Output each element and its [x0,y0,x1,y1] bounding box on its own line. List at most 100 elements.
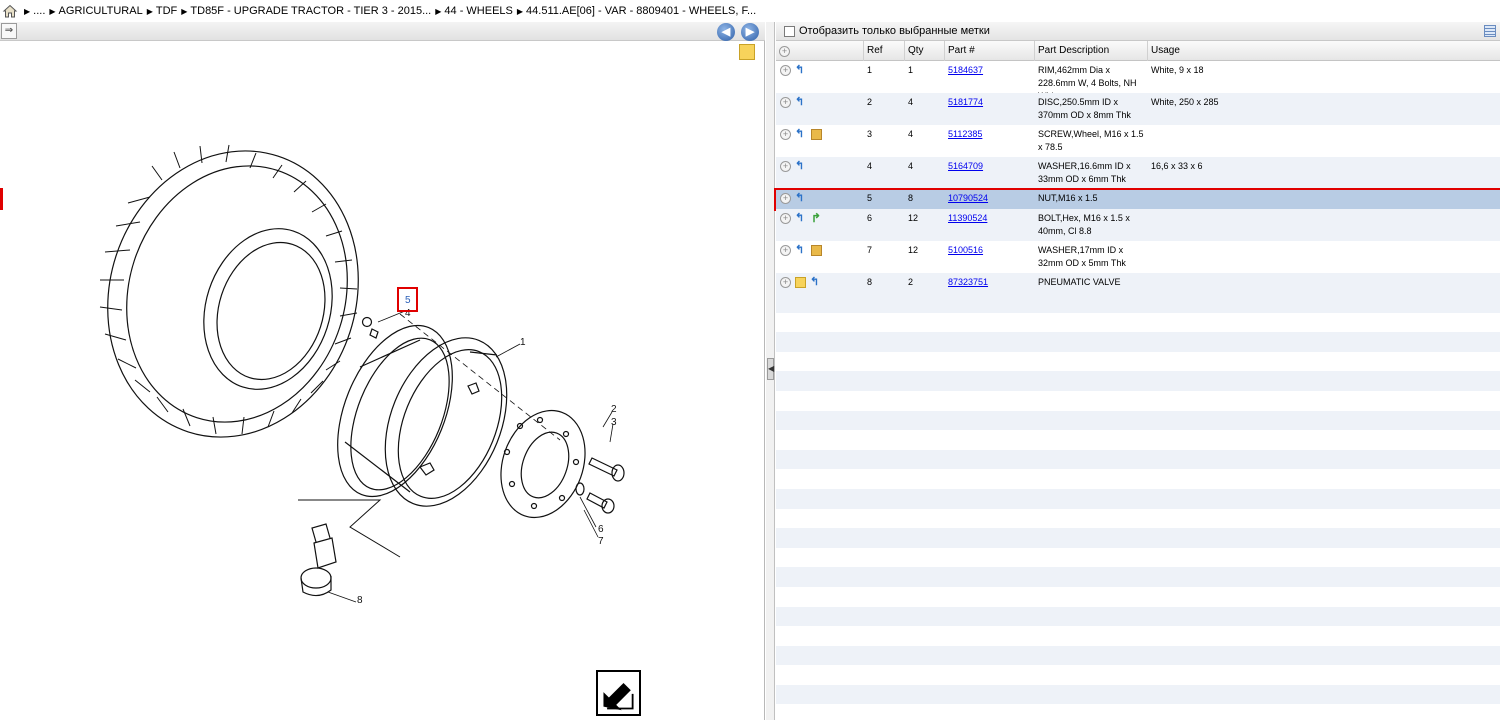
bolt-drawing [575,482,615,514]
row-actions: + ↰ [776,157,864,189]
collapse-left-button[interactable]: ⇒ [1,23,17,39]
box-icon[interactable] [811,245,822,256]
callout-label[interactable]: 8 [357,595,363,606]
box-icon[interactable] [811,129,822,140]
empty-row [776,704,1500,724]
callout-label[interactable]: 2 [611,404,617,415]
empty-row [776,587,1500,607]
empty-row [776,528,1500,548]
triangle-right-icon: ▶ [516,6,524,16]
usage-cell [1148,209,1500,241]
table-row[interactable]: + ↰ 1 1 5184637 RIM,462mm Dia x 228.6mm W, 4 … [776,61,1500,101]
plus-icon[interactable]: + [780,129,791,140]
blue-arrow-icon[interactable]: ↰ [810,277,822,288]
plus-icon[interactable]: + [780,245,791,256]
table-row[interactable]: + ↰ 2 4 5181774 DISC,250.5mm ID x 370mm OD x … [776,93,1500,125]
drawing-pane: ⇒ ◀ ▶ 1 2 3 4 6 7 8 5 [0,22,765,720]
breadcrumb-item-model[interactable]: ▶ TD85F - UPGRADE TRACTOR - TIER 3 - 2015… [181,5,431,17]
empty-row [776,488,1500,509]
grid-view-icon[interactable] [1484,25,1496,37]
column-header-qty[interactable]: Qty [905,41,945,61]
breadcrumb-item-section[interactable]: ▶ 44 - WHEELS [435,5,513,17]
note-icon[interactable] [795,277,806,288]
usage-cell: White, 9 x 18 [1151,65,1204,75]
table-row[interactable]: + ↰ 5 8 10790524 NUT,M16 x 1.5 [774,188,1500,211]
callout-label[interactable]: 3 [611,417,617,428]
tire-drawing [99,144,359,438]
description-cell: SCREW,Wheel, M16 x 1.5 x 78.5 [1038,129,1144,152]
show-selected-only-label[interactable]: Отобразить только выбранные метки [799,25,990,37]
triangle-right-icon: ▶ [49,6,56,16]
part-number-link[interactable]: 87323751 [948,277,988,287]
pane-splitter[interactable]: ◀ [766,22,775,720]
plus-icon[interactable]: + [780,213,791,224]
part-number-cell: 10790524 [945,189,1035,209]
blue-arrow-icon[interactable]: ↰ [795,193,807,204]
export-arrow-icon[interactable] [596,670,641,716]
breadcrumb-item-root[interactable]: ▶.... [24,5,45,17]
callout-label[interactable]: 1 [520,337,526,348]
part-number-link[interactable]: 10790524 [948,193,988,203]
breadcrumb: ▶.... ▶ AGRICULTURAL ▶ TDF ▶ TD85F - UPGRAD… [0,0,1500,22]
column-header-description[interactable]: Part Description [1035,41,1148,61]
callout-label[interactable]: 4 [405,308,411,319]
home-icon[interactable] [2,3,18,19]
callout-label[interactable]: 7 [598,536,604,547]
usage-cell [1148,189,1500,209]
part-number-link[interactable]: 5164709 [948,161,983,171]
part-number-link[interactable]: 5112385 [948,129,982,139]
empty-row [776,293,1500,313]
empty-row [776,469,1500,489]
part-number-cell: 5112385 [945,125,1035,157]
green-arrow-icon[interactable]: ↱ [811,212,823,224]
plus-icon[interactable]: + [780,161,791,172]
part-number-link[interactable]: 5181774 [948,97,983,107]
blue-arrow-icon[interactable]: ↰ [795,161,807,172]
drawing-toolbar: ⇒ ◀ ▶ [0,22,765,41]
plus-icon[interactable]: + [779,45,790,57]
breadcrumb-item-tdf[interactable]: ▶ TDF [147,5,178,17]
show-selected-only-checkbox[interactable] [784,25,795,37]
plus-icon[interactable]: + [780,65,791,76]
column-header-part[interactable]: Part # [945,41,1035,61]
exploded-view-drawing[interactable]: 1 2 3 4 6 7 8 5 [0,41,765,720]
empty-row [776,665,1500,685]
blue-arrow-icon[interactable]: ↰ [795,129,807,140]
part-number-link[interactable]: 5100516 [948,245,983,255]
empty-row [776,645,1500,666]
description-cell: NUT,M16 x 1.5 [1038,193,1098,203]
parts-table-body: + ↰ 1 1 5184637 RIM,462mm Dia x 228.6mm W, 4 … [774,61,1500,724]
blue-arrow-icon[interactable]: ↰ [795,213,807,224]
table-row[interactable]: + ↰ 8 2 87323751 PNEUMATIC VALVE [776,273,1500,293]
table-row[interactable]: + ↰ 4 4 5164709 WASHER,16.6mm ID x 33mm OD x … [776,157,1500,189]
triangle-right-icon: ▶ [435,6,442,16]
description-cell: RIM,462mm Dia x 228.6mm W, 4 Bolts, NH W… [1038,65,1137,101]
splitter-arrow-icon[interactable]: ◀ [767,358,774,380]
previous-arrow-icon[interactable]: ◀ [717,23,735,41]
table-row[interactable]: + ↰ ↱ 6 12 11390524 BOLT,Hex, M16 x 1.5 x 40mm… [776,209,1500,241]
row-actions: + ↰ ↱ [776,209,864,241]
table-row[interactable]: + ↰ 7 12 5100516 WASHER,17mm ID x 32mm OD x 5… [776,241,1500,273]
blue-arrow-icon[interactable]: ↰ [795,245,807,256]
part-number-link[interactable]: 11390524 [948,213,987,223]
blue-arrow-icon[interactable]: ↰ [795,97,807,108]
next-arrow-icon[interactable]: ▶ [741,23,759,41]
part-number-link[interactable]: 5184637 [948,65,983,75]
callout-label-selected[interactable]: 5 [405,295,411,306]
qty-cell: 4 [908,161,914,171]
table-row[interactable]: + ↰ 3 4 5112385 SCREW,Wheel, M16 x 1.5 x 78.5 [776,125,1500,157]
empty-row [776,430,1500,450]
empty-row [776,410,1500,431]
column-header-usage[interactable]: Usage [1148,41,1500,61]
plus-icon[interactable]: + [780,97,791,108]
breadcrumb-item-assembly[interactable]: ▶ 44.511.AE[06] - VAR - 8809401 - WHEELS,… [517,5,756,17]
blue-arrow-icon[interactable]: ↰ [795,65,807,76]
qty-cell: 1 [908,65,914,75]
column-header-ref[interactable]: Ref [864,41,905,61]
plus-icon[interactable]: + [780,277,791,288]
callout-label[interactable]: 6 [598,524,604,535]
plus-icon[interactable]: + [780,193,791,204]
description-cell: PNEUMATIC VALVE [1038,277,1121,287]
breadcrumb-item-agricultural[interactable]: ▶ AGRICULTURAL [49,5,142,17]
usage-cell: 16,6 x 33 x 6 [1151,161,1203,171]
